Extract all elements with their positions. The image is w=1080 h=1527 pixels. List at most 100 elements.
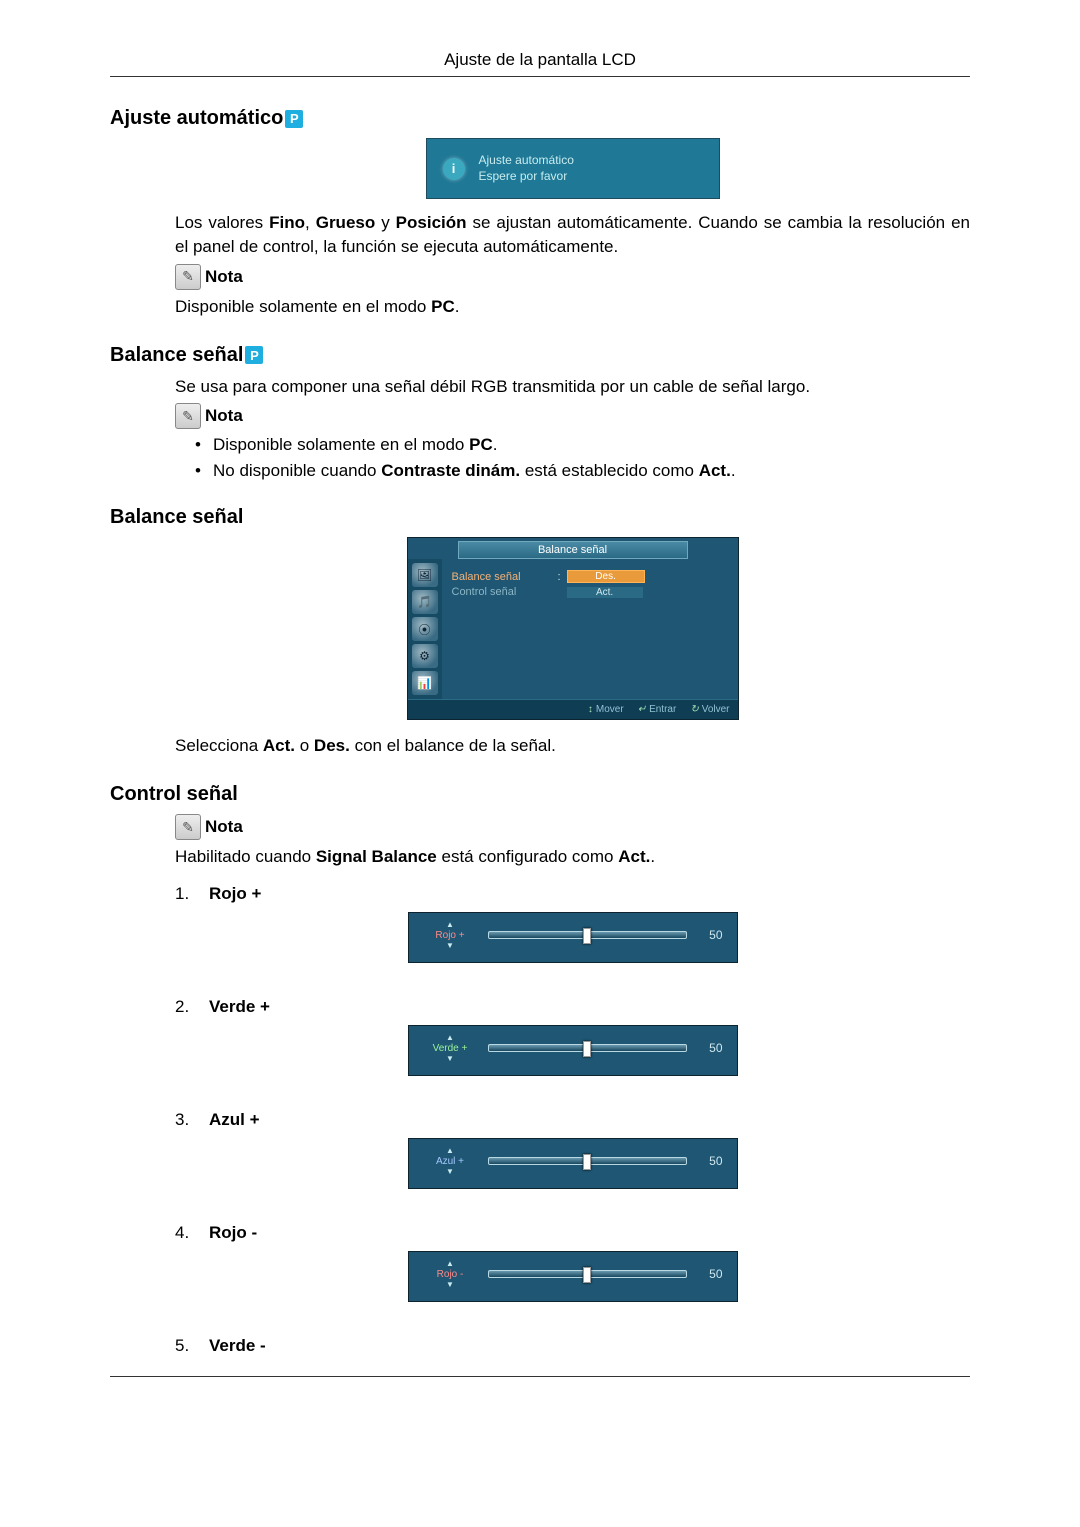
note-row: ✎ Nota bbox=[175, 403, 970, 429]
slider-row: ▲Rojo -▼50 bbox=[423, 1260, 723, 1289]
osd-hint-enter: Entrar bbox=[638, 704, 677, 715]
numbered-label: 3.Azul + bbox=[175, 1110, 970, 1130]
slider-panel: ▲Rojo -▼50 bbox=[408, 1251, 738, 1302]
slider-name: Rojo - bbox=[423, 1269, 478, 1280]
item-label: Azul + bbox=[209, 1110, 260, 1130]
section-auto-adjust-title: Ajuste automático P bbox=[110, 107, 970, 130]
text: , bbox=[305, 213, 316, 232]
slider-panel: ▲Rojo +▼50 bbox=[408, 912, 738, 963]
osd-tab-icon[interactable]: 🎵 bbox=[412, 590, 438, 614]
arrow-up-icon[interactable]: ▲ bbox=[423, 921, 478, 929]
text: Entrar bbox=[649, 704, 676, 715]
page: Ajuste de la pantalla LCD Ajuste automát… bbox=[0, 0, 1080, 1445]
note-label: Nota bbox=[205, 267, 243, 287]
osd-tab-icon[interactable]: ⦿ bbox=[412, 617, 438, 641]
slider-track[interactable] bbox=[488, 1157, 687, 1165]
osd-item-label: Control señal bbox=[452, 586, 552, 598]
bold: PC bbox=[431, 297, 455, 316]
slider-thumb[interactable] bbox=[583, 1154, 591, 1170]
slider-panel: ▲Verde +▼50 bbox=[408, 1025, 738, 1076]
slider-thumb[interactable] bbox=[583, 928, 591, 944]
osd-hint-return: Volver bbox=[690, 704, 729, 715]
signal-balance-para: Se usa para componer una señal débil RGB… bbox=[175, 375, 970, 399]
bold: Fino bbox=[269, 213, 305, 232]
arrow-up-icon[interactable]: ▲ bbox=[423, 1034, 478, 1042]
bold: Posición bbox=[396, 213, 467, 232]
slider-track[interactable] bbox=[488, 1270, 687, 1278]
pc-mode-icon: P bbox=[285, 110, 303, 128]
bullet-item: Disponible solamente en el modo PC. bbox=[195, 435, 970, 455]
osd-row-control[interactable]: Control señal Act. bbox=[452, 586, 728, 598]
osd-option[interactable]: Act. bbox=[567, 587, 643, 598]
text: o bbox=[295, 736, 314, 755]
slider-label-col: ▲Rojo +▼ bbox=[423, 921, 478, 950]
item-label: Rojo - bbox=[209, 1223, 257, 1243]
slider-value: 50 bbox=[697, 1154, 723, 1168]
osd-sidebar: 🖼 🎵 ⦿ ⚙ 📊 bbox=[408, 559, 442, 699]
control-list: 1.Rojo +▲Rojo +▼502.Verde +▲Verde +▼503.… bbox=[175, 874, 970, 1356]
divider-bottom bbox=[110, 1376, 970, 1377]
osd-tab-icon[interactable]: ⚙ bbox=[412, 644, 438, 668]
slider-track[interactable] bbox=[488, 1044, 687, 1052]
bold: Grueso bbox=[316, 213, 376, 232]
numbered-label: 2.Verde + bbox=[175, 997, 970, 1017]
bullet-item: No disponible cuando Contraste dinám. es… bbox=[195, 461, 970, 481]
slider-label-col: ▲Azul +▼ bbox=[423, 1147, 478, 1176]
slider-name: Verde + bbox=[423, 1043, 478, 1054]
banner-line1: Ajuste automático bbox=[479, 153, 574, 169]
arrow-down-icon[interactable]: ▼ bbox=[423, 1055, 478, 1063]
bold: Act. bbox=[618, 847, 650, 866]
note-text: Disponible solamente en el modo PC. bbox=[175, 295, 970, 319]
page-header: Ajuste de la pantalla LCD bbox=[110, 50, 970, 76]
text: . bbox=[493, 435, 498, 454]
osd-main: Balance señal : Des. Control señal Act. bbox=[442, 559, 738, 699]
slider-track[interactable] bbox=[488, 931, 687, 939]
slider-thumb[interactable] bbox=[583, 1041, 591, 1057]
note-label: Nota bbox=[205, 406, 243, 426]
note-icon: ✎ bbox=[175, 264, 201, 290]
text: está configurado como bbox=[437, 847, 618, 866]
slider-thumb[interactable] bbox=[583, 1267, 591, 1283]
control-item: 3.Azul +▲Azul +▼50 bbox=[175, 1100, 970, 1213]
osd-body: 🖼 🎵 ⦿ ⚙ 📊 Balance señal : Des. Control s… bbox=[408, 559, 738, 699]
text: . bbox=[455, 297, 460, 316]
text: Mover bbox=[596, 704, 624, 715]
section-signal-balance-body: Se usa para componer una señal débil RGB… bbox=[175, 375, 970, 482]
bold: Signal Balance bbox=[316, 847, 437, 866]
osd-tab-icon[interactable]: 📊 bbox=[412, 671, 438, 695]
osd-item-label: Balance señal bbox=[452, 571, 552, 583]
numbered-label: 4.Rojo - bbox=[175, 1223, 970, 1243]
section-title-text: Control señal bbox=[110, 783, 238, 806]
item-label: Verde - bbox=[209, 1336, 266, 1356]
item-label: Rojo + bbox=[209, 884, 261, 904]
section-balance-osd-body: Balance señal 🖼 🎵 ⦿ ⚙ 📊 Balance señal : … bbox=[175, 537, 970, 758]
arrow-up-icon[interactable]: ▲ bbox=[423, 1260, 478, 1268]
info-icon: i bbox=[443, 158, 465, 180]
item-number: 1. bbox=[175, 884, 195, 904]
note-icon: ✎ bbox=[175, 403, 201, 429]
arrow-up-icon[interactable]: ▲ bbox=[423, 1147, 478, 1155]
osd-title: Balance señal bbox=[458, 541, 688, 559]
osd-option-selected[interactable]: Des. bbox=[567, 570, 645, 583]
section-title-text: Balance señal bbox=[110, 506, 243, 529]
osd-tab-icon[interactable]: 🖼 bbox=[412, 563, 438, 587]
note-row: ✎ Nota bbox=[175, 264, 970, 290]
banner-line2: Espere por favor bbox=[479, 169, 574, 185]
control-item: 1.Rojo +▲Rojo +▼50 bbox=[175, 874, 970, 987]
arrow-down-icon[interactable]: ▼ bbox=[423, 942, 478, 950]
colon: : bbox=[558, 571, 561, 583]
section-control-signal-body: ✎ Nota Habilitado cuando Signal Balance … bbox=[175, 814, 970, 1356]
bold: Des. bbox=[314, 736, 350, 755]
slider-name: Azul + bbox=[423, 1156, 478, 1167]
arrow-down-icon[interactable]: ▼ bbox=[423, 1168, 478, 1176]
arrow-down-icon[interactable]: ▼ bbox=[423, 1281, 478, 1289]
colon bbox=[558, 586, 561, 598]
slider-label-col: ▲Verde +▼ bbox=[423, 1034, 478, 1063]
section-control-signal-title: Control señal bbox=[110, 783, 970, 806]
slider-name: Rojo + bbox=[423, 930, 478, 941]
bold: Act. bbox=[263, 736, 295, 755]
bold: PC bbox=[469, 435, 493, 454]
osd-row-balance[interactable]: Balance señal : Des. bbox=[452, 570, 728, 583]
text: está establecido como bbox=[520, 461, 699, 480]
section-signal-balance-title: Balance señal P bbox=[110, 344, 970, 367]
